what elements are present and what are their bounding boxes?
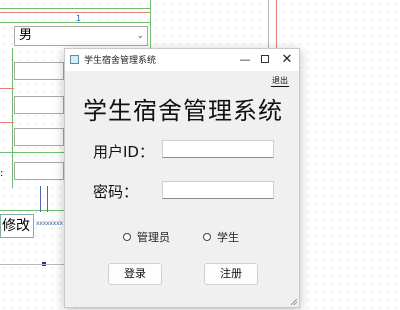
- label-fragment: :: [0, 168, 4, 179]
- layout-guide: [0, 88, 14, 89]
- chevron-down-icon: ⌄: [136, 31, 144, 41]
- exit-button[interactable]: 退出: [271, 75, 289, 87]
- maximize-icon: [261, 55, 269, 63]
- modify-button-label: 修改: [2, 218, 30, 234]
- role-label-admin: 管理员: [137, 231, 170, 244]
- password-label: 密码：: [93, 183, 139, 201]
- form-field[interactable]: [14, 96, 64, 114]
- layout-guide: [0, 264, 64, 265]
- role-radio-admin[interactable]: 管理员: [123, 231, 170, 245]
- page-title: 学生宿舍管理系统: [83, 97, 283, 125]
- user-id-label: 用户ID：: [93, 143, 154, 161]
- role-radio-student[interactable]: 学生: [203, 231, 239, 245]
- layout-guide: [0, 122, 14, 123]
- layout-guide: [150, 0, 151, 48]
- close-button[interactable]: ✕: [277, 49, 297, 71]
- layout-guide: [276, 0, 277, 48]
- maximize-button[interactable]: [255, 49, 275, 71]
- layout-guide: [0, 22, 150, 23]
- layout-guide: [268, 0, 269, 48]
- form-field[interactable]: [14, 162, 64, 180]
- vertical-spacer: [40, 186, 48, 212]
- form-field[interactable]: [14, 62, 64, 80]
- radio-button[interactable]: [123, 233, 131, 241]
- app-icon: [70, 55, 79, 64]
- login-button[interactable]: 登录: [108, 263, 162, 285]
- password-input[interactable]: [162, 181, 274, 199]
- radio-button[interactable]: [203, 233, 211, 241]
- gender-combo-value: 男: [19, 28, 33, 43]
- register-button[interactable]: 注册: [204, 263, 258, 285]
- form-field[interactable]: [14, 128, 64, 146]
- modify-button[interactable]: 修改: [0, 214, 34, 238]
- user-id-input[interactable]: [162, 140, 274, 158]
- resize-grip[interactable]: [291, 299, 297, 305]
- minimize-button[interactable]: —: [235, 49, 255, 71]
- login-dialog: 学生宿舍管理系统 — ✕ 退出 学生宿舍管理系统 用户ID： 密码： 管理员 学…: [64, 48, 300, 308]
- title-bar[interactable]: 学生宿舍管理系统 — ✕: [65, 49, 299, 71]
- layout-guide: [0, 12, 150, 13]
- layout-guide: [0, 210, 64, 211]
- layout-guide: [0, 152, 64, 153]
- layout-guide: [0, 8, 150, 9]
- layout-marker: 1: [76, 14, 82, 23]
- window-title: 学生宿舍管理系统: [84, 56, 157, 66]
- small-label: xxxxxxxx: [36, 220, 63, 227]
- gender-combo[interactable]: 男 ⌄: [14, 26, 148, 46]
- layout-guide: [12, 48, 13, 188]
- role-label-student: 学生: [217, 231, 239, 244]
